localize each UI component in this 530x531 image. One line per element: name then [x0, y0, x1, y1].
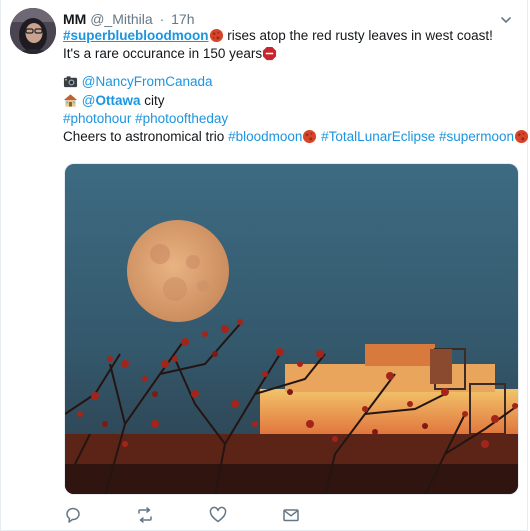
mention-nancyfromcanada[interactable]: @NancyFromCanada	[82, 74, 213, 89]
hashtag-photooftheday[interactable]: #photooftheday	[135, 111, 228, 126]
octagon-emoji-icon	[263, 47, 277, 61]
full-moon-red-emoji-icon	[209, 28, 223, 43]
hashtag-photohour[interactable]: #photohour	[63, 111, 131, 126]
text-line-1: rises atop the red rusty leaves in west …	[223, 28, 493, 43]
reply-icon[interactable]	[63, 505, 83, 525]
text-line-2: It's a rare occurance in 150 years	[63, 46, 263, 62]
mention-ottawa[interactable]: @Ottawa	[82, 93, 141, 108]
house-emoji-icon	[63, 93, 78, 107]
hashtag-bloodmoon[interactable]: #bloodmoon	[228, 129, 302, 144]
hashtag-totallunareclipse[interactable]: #TotalLunarEclipse	[321, 129, 435, 144]
author-name[interactable]: MM	[63, 11, 86, 27]
heart-icon[interactable]	[208, 505, 228, 525]
tweet-photo[interactable]	[64, 163, 519, 495]
text-line-6: Cheers to astronomical trio	[63, 128, 229, 144]
separator-dot: ·	[159, 11, 165, 27]
avatar[interactable]	[10, 8, 56, 54]
chevron-down-icon[interactable]	[499, 13, 513, 27]
full-moon-red-emoji-icon	[515, 129, 529, 143]
envelope-icon[interactable]	[281, 505, 301, 525]
tweet-actions	[63, 505, 323, 525]
text-line-4: city	[140, 92, 165, 108]
tweet-header: MM @_Mithila · 17h	[63, 11, 194, 27]
full-moon-red-emoji-icon	[303, 129, 317, 143]
hashtag-supermoon[interactable]: #supermoon	[439, 129, 514, 144]
retweet-icon[interactable]	[135, 505, 155, 525]
tweet-card[interactable]: MM @_Mithila · 17h #superbluebloodmoon r…	[0, 0, 529, 531]
camera-emoji-icon	[63, 76, 78, 88]
hashtag-superbluebloodmoon[interactable]: #superbluebloodmoon	[63, 28, 209, 43]
tweet-text: #superbluebloodmoon rises atop the red r…	[63, 27, 529, 146]
timestamp[interactable]: 17h	[171, 11, 194, 27]
author-handle[interactable]: @_Mithila	[90, 11, 152, 27]
